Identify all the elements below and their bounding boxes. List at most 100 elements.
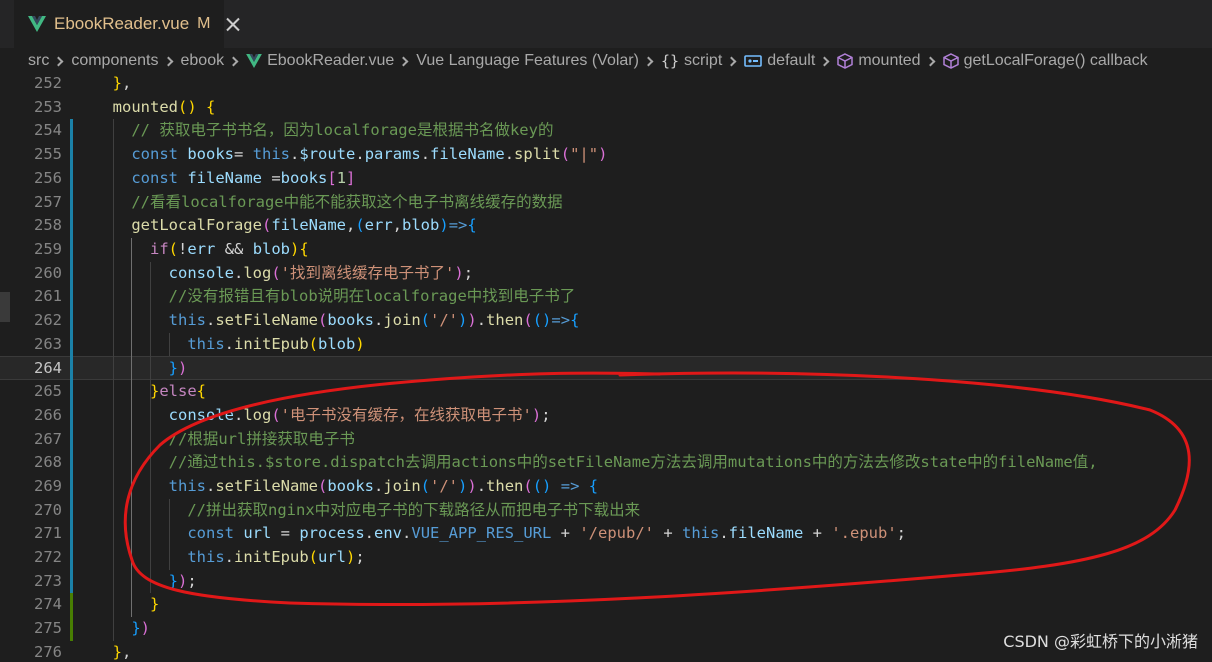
line-number: 257 xyxy=(34,192,62,211)
chevron-right-icon xyxy=(643,56,654,66)
code-line[interactable]: 252 }, xyxy=(0,72,1212,96)
line-number: 272 xyxy=(34,548,62,566)
code-text: //根据url拼接获取电子书 xyxy=(168,429,355,448)
code-line[interactable]: 260 console.log('找到离线缓存电子书了'); xyxy=(0,262,1212,286)
method-cube-icon xyxy=(837,53,854,69)
code-line[interactable]: 259 if(!err && blob){ xyxy=(0,238,1212,262)
code-text: }, xyxy=(112,642,132,661)
breadcrumb: src components ebook EbookReader.vue Vue… xyxy=(0,48,1212,74)
code-line[interactable]: 273 }); xyxy=(0,570,1212,594)
code-line[interactable]: 261 //没有报错且有blob说明在localforage中找到电子书了 xyxy=(0,285,1212,309)
line-number: 271 xyxy=(34,524,62,543)
code-line[interactable]: 267 //根据url拼接获取电子书 xyxy=(0,428,1212,452)
line-number: 264 xyxy=(34,359,62,378)
code-line[interactable]: 271 const url = process.env.VUE_APP_RES_… xyxy=(0,522,1212,546)
tab-bar: EbookReader.vue M xyxy=(0,0,1212,48)
code-text: mounted() { xyxy=(112,97,216,116)
line-number: 261 xyxy=(34,287,62,306)
chevron-right-icon xyxy=(726,56,737,66)
breadcrumb-label: script xyxy=(684,52,723,69)
breadcrumb-label: default xyxy=(767,52,816,69)
line-number: 259 xyxy=(34,239,62,258)
breadcrumb-item-default[interactable]: default xyxy=(744,52,815,70)
line-number: 270 xyxy=(34,500,62,519)
code-text: //看看localforage中能不能获取这个电子书离线缓存的数据 xyxy=(131,192,563,211)
breadcrumb-label: components xyxy=(71,52,159,69)
code-line[interactable]: 266 console.log('电子书没有缓存，在线获取电子书'); xyxy=(0,404,1212,428)
braces-icon: {} xyxy=(660,52,680,70)
chevron-right-icon xyxy=(163,56,173,66)
gutter-change-marker xyxy=(70,119,73,238)
code-line[interactable]: 268 //通过this.$store.dispatch去调用actions中的… xyxy=(0,451,1212,475)
breadcrumb-label: Vue Language Features (Volar) xyxy=(416,52,639,69)
code-text: const url = process.env.VUE_APP_RES_URL … xyxy=(187,524,906,543)
code-line[interactable]: 256 const fileName =books[1] xyxy=(0,167,1212,191)
breadcrumb-item-components[interactable]: components xyxy=(71,52,158,70)
code-text: console.log('电子书没有缓存，在线获取电子书'); xyxy=(168,405,551,424)
code-line[interactable]: 269 this.setFileName(books.join('/')).th… xyxy=(0,475,1212,499)
indent-guide xyxy=(131,237,133,618)
line-number: 260 xyxy=(34,263,62,282)
indent-guide xyxy=(150,261,152,594)
breadcrumb-item-mounted[interactable]: mounted xyxy=(837,52,921,70)
chevron-right-icon xyxy=(228,56,239,66)
line-number: 256 xyxy=(34,168,62,187)
code-text: } xyxy=(150,595,160,614)
line-number: 273 xyxy=(34,571,62,590)
line-number: 262 xyxy=(34,311,62,329)
code-line[interactable]: 270 //拼出获取nginx中对应电子书的下载路径从而把电子书下载出来 xyxy=(0,499,1212,523)
breadcrumb-label: mounted xyxy=(858,52,921,69)
code-line[interactable]: 265 }else{ xyxy=(0,380,1212,404)
line-number: 253 xyxy=(34,97,62,116)
code-text: const fileName =books[1] xyxy=(131,168,356,187)
code-line[interactable]: 258 getLocalForage(fileName,(err,blob)=>… xyxy=(0,214,1212,238)
line-number: 274 xyxy=(34,595,62,614)
breadcrumb-label: ebook xyxy=(180,52,225,69)
code-text: this.setFileName(books.join('/')).then((… xyxy=(168,311,580,329)
code-text: // 获取电子书书名，因为localforage是根据书名做key的 xyxy=(131,121,554,140)
breadcrumb-label: EbookReader.vue xyxy=(267,52,395,69)
indent-guide xyxy=(112,119,114,641)
vue-icon xyxy=(246,54,262,68)
line-number: 268 xyxy=(34,453,62,472)
code-text: if(!err && blob){ xyxy=(150,239,309,258)
code-editor[interactable]: 252 }, 253 mounted() {254 // 获取电子书书名，因为lo… xyxy=(0,72,1212,662)
breadcrumb-item-ebook[interactable]: ebook xyxy=(181,52,225,70)
code-line[interactable]: 262 this.setFileName(books.join('/')).th… xyxy=(0,309,1212,333)
code-line[interactable]: 255 const books= this.$route.params.file… xyxy=(0,143,1212,167)
code-line[interactable]: 264 }) xyxy=(0,356,1212,381)
code-line[interactable]: 257 //看看localforage中能不能获取这个电子书离线缓存的数据 xyxy=(0,191,1212,215)
code-text: //通过this.$store.dispatch去调用actions中的setF… xyxy=(168,453,1098,472)
code-text: this.setFileName(books.join('/')).then((… xyxy=(168,476,599,495)
breadcrumb-item-script[interactable]: {} script xyxy=(661,52,722,70)
breadcrumb-item-src[interactable]: src xyxy=(28,52,49,70)
chevron-right-icon xyxy=(925,56,936,66)
breadcrumb-item-file[interactable]: EbookReader.vue xyxy=(246,52,394,70)
line-number: 265 xyxy=(34,382,62,401)
breadcrumb-label: src xyxy=(28,52,50,69)
line-number: 258 xyxy=(34,216,62,235)
line-number: 267 xyxy=(34,429,62,448)
code-line[interactable]: 263 this.initEpub(blob) xyxy=(0,333,1212,357)
line-number: 269 xyxy=(34,476,62,495)
chevron-right-icon xyxy=(398,56,409,66)
code-text: this.initEpub(blob) xyxy=(187,334,365,353)
line-number: 255 xyxy=(34,145,62,164)
breadcrumb-label: getLocalForage() callback xyxy=(963,52,1148,69)
breadcrumb-item-language[interactable]: Vue Language Features (Volar) xyxy=(416,52,639,70)
code-line[interactable]: 274 } xyxy=(0,593,1212,617)
breadcrumb-item-callback[interactable]: getLocalForage() callback xyxy=(942,52,1148,70)
line-number: 254 xyxy=(34,121,62,140)
watermark: CSDN @彩虹桥下的小淅猪 xyxy=(1003,632,1198,651)
module-icon xyxy=(744,54,763,68)
indent-guide xyxy=(168,498,170,570)
code-line[interactable]: 272 this.initEpub(url); xyxy=(0,546,1212,570)
editor-tab-ebookreader[interactable]: EbookReader.vue M xyxy=(14,0,224,48)
code-text: }, xyxy=(112,74,132,92)
code-line[interactable]: 254 // 获取电子书书名，因为localforage是根据书名做key的 xyxy=(0,119,1212,143)
code-line[interactable]: 253 mounted() { xyxy=(0,96,1212,120)
indent-guide xyxy=(168,332,170,357)
line-number: 275 xyxy=(34,619,62,638)
method-cube-icon xyxy=(942,53,959,69)
code-text: this.initEpub(url); xyxy=(187,548,365,566)
